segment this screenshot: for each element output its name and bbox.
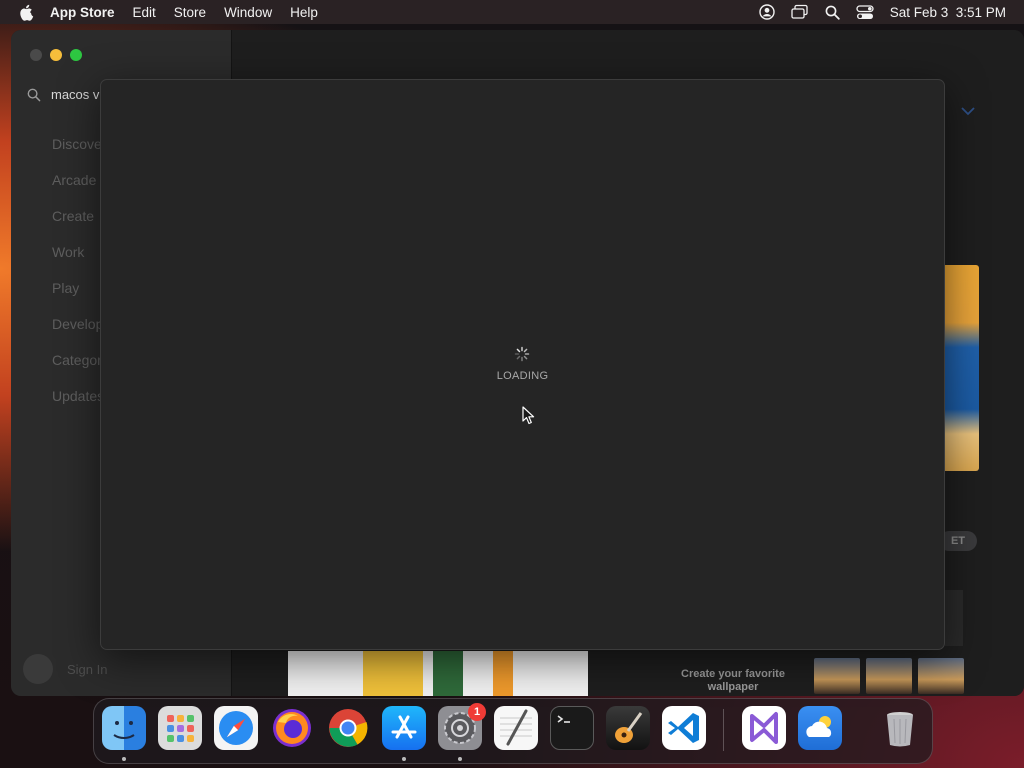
featured-artwork[interactable] xyxy=(945,265,979,471)
notification-badge: 1 xyxy=(468,703,486,721)
wallpaper-preview xyxy=(866,658,912,694)
trash-icon xyxy=(887,712,913,747)
window-minimize-button[interactable] xyxy=(50,49,62,61)
wallpaper-preview xyxy=(814,658,860,694)
firefox-icon xyxy=(273,709,311,747)
menu-bar-clock[interactable]: Sat Feb 3 3:51 PM xyxy=(890,5,1006,20)
dock-visual-studio-icon[interactable] xyxy=(742,706,786,750)
chrome-icon xyxy=(329,709,368,747)
apple-menu-icon[interactable] xyxy=(18,3,36,21)
menu-bar: App Store Edit Store Window Help Sat Feb… xyxy=(0,0,1024,24)
sign-in-button[interactable]: Sign In xyxy=(23,654,107,684)
loading-spinner-icon xyxy=(514,346,530,362)
control-center-icon[interactable] xyxy=(856,4,874,20)
screenshot-thumbnail xyxy=(945,590,963,646)
dock-textedit-icon[interactable] xyxy=(494,706,538,750)
textedit-pen-icon xyxy=(500,709,532,746)
guitar-icon xyxy=(615,712,643,743)
visual-studio-icon xyxy=(750,712,778,744)
menu-window[interactable]: Window xyxy=(224,5,272,20)
wallpaper-preview xyxy=(918,658,964,694)
menu-store[interactable]: Store xyxy=(174,5,206,20)
menu-app-name[interactable]: App Store xyxy=(50,5,115,20)
launchpad-grid-icon xyxy=(167,715,194,742)
app-screenshot[interactable] xyxy=(288,651,588,696)
dock-launchpad-icon[interactable] xyxy=(158,706,202,750)
spotlight-search-icon[interactable] xyxy=(825,5,840,20)
sign-in-label: Sign In xyxy=(67,661,108,677)
screen-mirroring-icon[interactable] xyxy=(791,4,809,20)
window-close-button[interactable] xyxy=(30,49,42,61)
weather-cloud-icon xyxy=(806,716,832,737)
finder-face-icon xyxy=(113,721,135,739)
menu-help[interactable]: Help xyxy=(290,5,318,20)
dock-chrome-icon[interactable] xyxy=(326,706,370,750)
dock: 1 xyxy=(93,698,933,764)
running-indicator xyxy=(402,757,406,761)
user-account-icon[interactable] xyxy=(758,4,775,20)
loading-status: LOADING xyxy=(496,370,549,382)
safari-compass-icon xyxy=(219,711,253,745)
running-indicator xyxy=(458,757,462,761)
sidebar-search[interactable]: macos v xyxy=(27,87,99,102)
mouse-pointer-icon xyxy=(522,406,535,425)
screenshot-block xyxy=(363,651,423,696)
dock-safari-icon[interactable] xyxy=(214,706,258,750)
app-store-a-icon xyxy=(391,715,417,739)
avatar xyxy=(23,654,53,684)
menu-edit[interactable]: Edit xyxy=(133,5,156,20)
vscode-icon xyxy=(668,713,699,743)
search-input[interactable]: macos v xyxy=(51,87,99,102)
screenshot-caption: Create your favorite wallpaper xyxy=(681,668,785,693)
dock-firefox-icon[interactable] xyxy=(270,706,314,750)
chevron-down-icon[interactable] xyxy=(961,106,975,116)
terminal-prompt-icon xyxy=(557,715,570,723)
window-zoom-button[interactable] xyxy=(70,49,82,61)
dock-separator xyxy=(723,709,724,751)
dock-app-store-icon[interactable] xyxy=(382,706,426,750)
dock-terminal-icon[interactable] xyxy=(550,706,594,750)
dock-finder-icon[interactable] xyxy=(102,706,146,750)
wallpaper-previews xyxy=(814,658,964,694)
screenshot-block xyxy=(493,651,513,696)
dock-vscode-icon[interactable] xyxy=(662,706,706,750)
dock-garageband-icon[interactable] xyxy=(606,706,650,750)
screenshot-block xyxy=(433,651,463,696)
loading-sheet: LOADING xyxy=(100,79,945,650)
dock-trash-icon[interactable] xyxy=(878,706,922,750)
running-indicator xyxy=(122,757,126,761)
search-icon xyxy=(27,88,41,101)
dock-weather-icon[interactable] xyxy=(798,706,842,750)
